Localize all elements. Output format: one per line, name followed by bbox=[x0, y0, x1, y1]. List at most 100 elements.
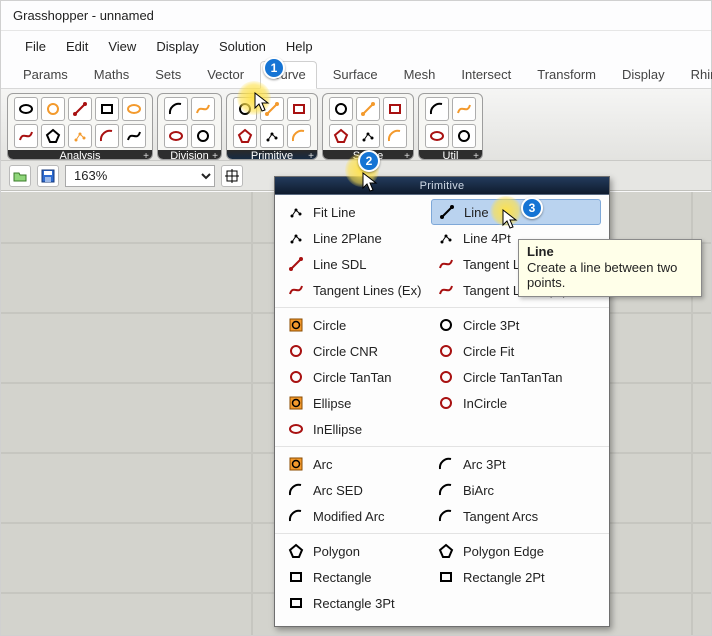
tab-vector[interactable]: Vector bbox=[197, 62, 254, 88]
ribbon-tool-button[interactable] bbox=[233, 124, 257, 148]
ribbon-group-label[interactable]: Division bbox=[158, 150, 221, 160]
flyout-item-label: Circle bbox=[313, 318, 346, 333]
ribbon-tool-button[interactable] bbox=[329, 124, 353, 148]
ribbon-tool-button[interactable] bbox=[383, 124, 407, 148]
arc-icon bbox=[287, 455, 305, 473]
ribbon-tool-button[interactable] bbox=[164, 97, 188, 121]
flyout-item-incircle[interactable]: InCircle bbox=[431, 390, 601, 416]
ribbon-tool-button[interactable] bbox=[452, 97, 476, 121]
flyout-item-line-2plane[interactable]: Line 2Plane bbox=[281, 225, 431, 251]
flyout-item-arc-sed[interactable]: Arc SED bbox=[281, 477, 431, 503]
menu-help[interactable]: Help bbox=[278, 35, 321, 58]
flyout-item-tangent-lines-ex-[interactable]: Tangent Lines (Ex) bbox=[281, 277, 431, 303]
flyout-item-rectangle[interactable]: Rectangle bbox=[281, 564, 431, 590]
dots-icon bbox=[287, 203, 305, 221]
flyout-item-label: InCircle bbox=[463, 396, 507, 411]
flyout-item-label: Modified Arc bbox=[313, 509, 385, 524]
ribbon-tool-button[interactable] bbox=[260, 124, 284, 148]
flyout-item-circle-tantantan[interactable]: Circle TanTanTan bbox=[431, 364, 601, 390]
ribbon-group-label[interactable]: Util bbox=[419, 150, 482, 160]
zoom-extents-button[interactable] bbox=[221, 165, 243, 187]
flyout-item-rectangle-3pt[interactable]: Rectangle 3Pt bbox=[281, 590, 431, 616]
ribbon-tool-button[interactable] bbox=[41, 124, 65, 148]
tab-sets[interactable]: Sets bbox=[145, 62, 191, 88]
ribbon-tool-button[interactable] bbox=[356, 124, 380, 148]
ribbon-tool-button[interactable] bbox=[356, 97, 380, 121]
flyout-item-polygon-edge[interactable]: Polygon Edge bbox=[431, 538, 601, 564]
tab-params[interactable]: Params bbox=[13, 62, 78, 88]
flyout-item-circle-fit[interactable]: Circle Fit bbox=[431, 338, 601, 364]
ribbon-tool-button[interactable] bbox=[425, 124, 449, 148]
ribbon-tool-button[interactable] bbox=[452, 124, 476, 148]
tab-rhino[interactable]: Rhino bbox=[681, 62, 712, 88]
flyout-item-label: Line SDL bbox=[313, 257, 366, 272]
tab-intersect[interactable]: Intersect bbox=[451, 62, 521, 88]
flyout-item-modified-arc[interactable]: Modified Arc bbox=[281, 503, 431, 529]
ribbon-tool-button[interactable] bbox=[287, 124, 311, 148]
ribbon-tool-button[interactable] bbox=[95, 124, 119, 148]
flyout-item-line[interactable]: Line bbox=[431, 199, 601, 225]
step-badge-3: 3 bbox=[521, 197, 543, 219]
menu-display[interactable]: Display bbox=[148, 35, 207, 58]
ribbon-group-label[interactable]: Analysis bbox=[8, 150, 152, 160]
flyout-item-ellipse[interactable]: Ellipse bbox=[281, 390, 431, 416]
flyout-item-arc-3pt[interactable]: Arc 3Pt bbox=[431, 451, 601, 477]
ribbon-tool-button[interactable] bbox=[68, 97, 92, 121]
menu-file[interactable]: File bbox=[17, 35, 54, 58]
flyout-item-circle-cnr[interactable]: Circle CNR bbox=[281, 338, 431, 364]
zoom-select[interactable]: 163% bbox=[65, 165, 215, 187]
flyout-item-fit-line[interactable]: Fit Line bbox=[281, 199, 431, 225]
curve-icon bbox=[437, 255, 455, 273]
tab-mesh[interactable]: Mesh bbox=[394, 62, 446, 88]
flyout-item-circle-3pt[interactable]: Circle 3Pt bbox=[431, 312, 601, 338]
ribbon-group-primitive: Primitive bbox=[226, 93, 318, 160]
flyout-item-line-sdl[interactable]: Line SDL bbox=[281, 251, 431, 277]
flyout-item-label: InEllipse bbox=[313, 422, 362, 437]
tab-surface[interactable]: Surface bbox=[323, 62, 388, 88]
flyout-item-rectangle-2pt[interactable]: Rectangle 2Pt bbox=[431, 564, 601, 590]
line-icon bbox=[438, 203, 456, 221]
ribbon-tool-button[interactable] bbox=[122, 124, 146, 148]
ribbon-tool-button[interactable] bbox=[191, 124, 215, 148]
ribbon-tool-button[interactable] bbox=[287, 97, 311, 121]
flyout-item-biarc[interactable]: BiArc bbox=[431, 477, 601, 503]
ribbon-tool-button[interactable] bbox=[260, 97, 284, 121]
ribbon-tool-button[interactable] bbox=[329, 97, 353, 121]
ribbon-tool-button[interactable] bbox=[425, 97, 449, 121]
tab-display[interactable]: Display bbox=[612, 62, 675, 88]
flyout-item-label: BiArc bbox=[463, 483, 494, 498]
flyout-item-label: Polygon bbox=[313, 544, 360, 559]
flyout-item-inellipse[interactable]: InEllipse bbox=[281, 416, 431, 442]
flyout-item-label: Circle TanTanTan bbox=[463, 370, 562, 385]
ribbon-tool-button[interactable] bbox=[233, 97, 257, 121]
flyout-header: Primitive bbox=[275, 177, 609, 195]
circle-icon bbox=[437, 316, 455, 334]
tab-maths[interactable]: Maths bbox=[84, 62, 139, 88]
ribbon-tool-button[interactable] bbox=[164, 124, 188, 148]
ribbon-tool-button[interactable] bbox=[383, 97, 407, 121]
ribbon-tool-button[interactable] bbox=[14, 97, 38, 121]
open-file-button[interactable] bbox=[9, 165, 31, 187]
ribbon-tool-button[interactable] bbox=[122, 97, 146, 121]
ribbon-group-label[interactable]: Primitive bbox=[227, 150, 317, 160]
flyout-item-polygon[interactable]: Polygon bbox=[281, 538, 431, 564]
ribbon-tool-button[interactable] bbox=[68, 124, 92, 148]
flyout-item-arc[interactable]: Arc bbox=[281, 451, 431, 477]
flyout-item-circle-tantan[interactable]: Circle TanTan bbox=[281, 364, 431, 390]
save-file-button[interactable] bbox=[37, 165, 59, 187]
tab-transform[interactable]: Transform bbox=[527, 62, 606, 88]
menu-edit[interactable]: Edit bbox=[58, 35, 96, 58]
tooltip-body: Create a line between two points. bbox=[527, 260, 677, 290]
ribbon-tool-button[interactable] bbox=[95, 97, 119, 121]
flyout-item-tangent-arcs[interactable]: Tangent Arcs bbox=[431, 503, 601, 529]
rect-icon bbox=[287, 594, 305, 612]
ribbon-group-util: Util bbox=[418, 93, 483, 160]
menu-view[interactable]: View bbox=[100, 35, 144, 58]
ribbon-tool-button[interactable] bbox=[191, 97, 215, 121]
flyout-item-label: Line 4Pt bbox=[463, 231, 511, 246]
ribbon-tool-button[interactable] bbox=[41, 97, 65, 121]
menu-solution[interactable]: Solution bbox=[211, 35, 274, 58]
flyout-item-label: Line bbox=[464, 205, 489, 220]
flyout-item-circle[interactable]: Circle bbox=[281, 312, 431, 338]
ribbon-tool-button[interactable] bbox=[14, 124, 38, 148]
